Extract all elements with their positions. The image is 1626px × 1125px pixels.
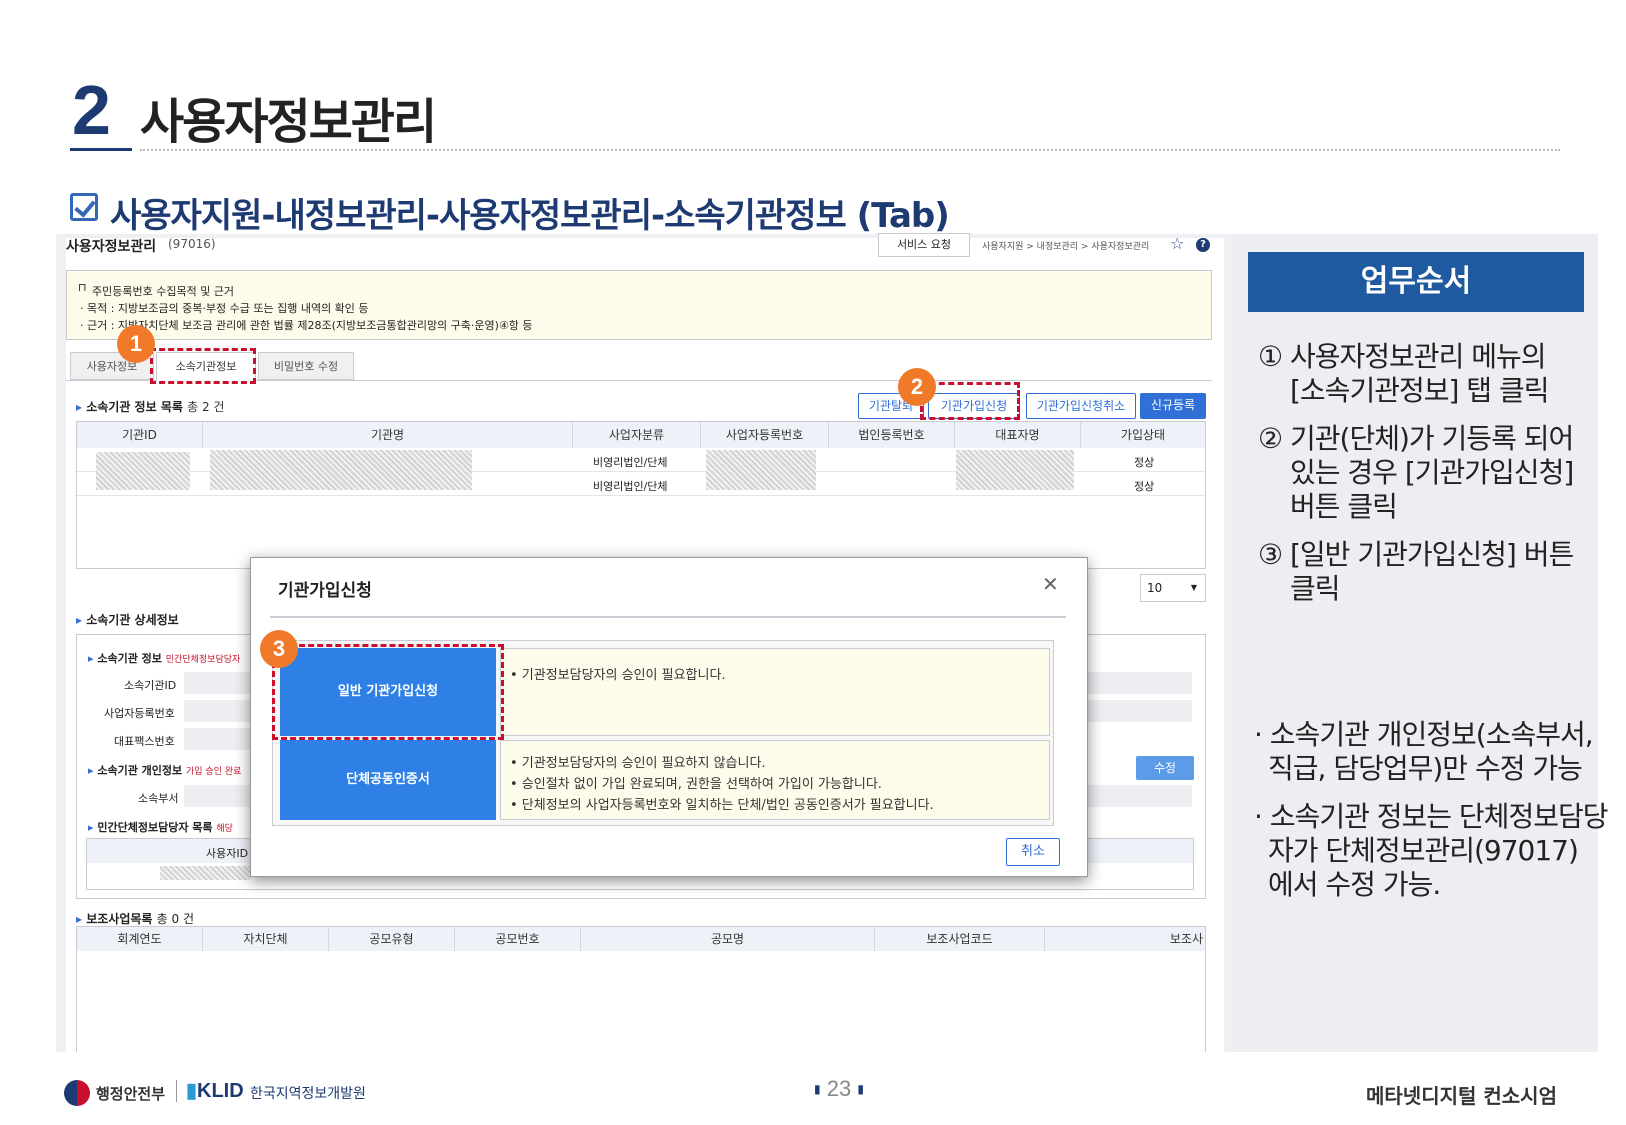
note-1: · 소속기관 개인정보(소속부서, 직급, 담당업무)만 수정 가능 xyxy=(1254,718,1594,785)
col-corp-no: 법인등록번호 xyxy=(829,422,955,448)
org-list-header: 기관ID 기관명 사업자분류 사업자등록번호 법인등록번호 대표자명 가입상태 xyxy=(77,422,1205,448)
marker-2: 2 xyxy=(898,368,936,406)
manager-list-label: ▸ 민간단체정보담당자 목록 해당 xyxy=(88,821,233,834)
klid-name: 한국지역정보개발원 xyxy=(250,1086,366,1102)
panel-title: 업무순서 xyxy=(1248,252,1584,312)
col-biz-no: 사업자등록번호 xyxy=(701,422,829,448)
org-id-value xyxy=(184,672,250,694)
col-org-name: 기관명 xyxy=(203,422,573,448)
modal-cancel-button[interactable]: 취소 xyxy=(1006,838,1060,866)
notice-title: 주민등록번호 수집목적 및 근거 xyxy=(92,285,235,298)
field-org-id: 소속기관ID xyxy=(124,679,177,692)
col-ceo: 대표자명 xyxy=(955,422,1081,448)
company-name: 메타넷디지털 컨소시엄 xyxy=(1366,1084,1557,1108)
breadcrumb: 사용자지원 > 내정보관리 > 사용자정보관리 xyxy=(982,242,1150,252)
star-icon[interactable]: ☆ xyxy=(1170,234,1184,253)
row2-status: 정상 xyxy=(1134,480,1155,493)
org-field-right xyxy=(1088,700,1192,722)
join-cancel-button[interactable]: 기관가입신청취소 xyxy=(1026,393,1136,419)
masked-org-name xyxy=(210,450,472,490)
detail-title: ▸ 소속기관 상세정보 xyxy=(76,613,179,627)
highlight-general-join xyxy=(272,644,504,740)
section-underline xyxy=(70,148,132,151)
footer-separator xyxy=(176,1080,177,1102)
screen-title: 사용자정보관리 xyxy=(66,239,157,255)
col-contest-no: 공모번호 xyxy=(455,927,581,951)
row1-type: 비영리법인/단체 xyxy=(593,456,668,469)
section-title: 사용자정보관리 xyxy=(140,94,437,150)
org-field-right xyxy=(1088,672,1192,694)
col-org-id: 기관ID xyxy=(77,422,203,448)
ministry-logo-icon xyxy=(64,1080,90,1106)
modal-divider xyxy=(270,616,1066,618)
close-icon[interactable]: ✕ xyxy=(1042,572,1059,596)
masked-biz-no xyxy=(706,450,816,490)
col-status: 가입상태 xyxy=(1081,422,1205,448)
org-info-label: ▸ 소속기관 정보 민간단체정보담당자 xyxy=(88,652,241,665)
col-project-code: 보조사업코드 xyxy=(875,927,1045,951)
page-size-select[interactable]: 10 ▼ xyxy=(1140,574,1206,602)
field-fax: 대표팩스번호 xyxy=(114,735,175,748)
col-region: 자치단체 xyxy=(203,927,329,951)
group-certificate-button[interactable]: 단체공동인증서 xyxy=(280,740,496,820)
subproject-title: ▸ 보조사업목록 총 0 건 xyxy=(76,912,195,926)
notice-line1: · 목적 : 지방보조금의 중복·부정 수급 또는 집행 내역의 확인 등 xyxy=(80,302,369,315)
field-dept: 소속부서 xyxy=(138,792,179,805)
marker-3: 3 xyxy=(260,630,298,668)
ministry-name: 행정안전부 xyxy=(96,1085,166,1103)
dept-value[interactable] xyxy=(184,785,250,807)
option2-desc2: • 승인절차 없이 가입 완료되며, 권한을 선택하여 가입이 가능합니다. xyxy=(510,777,882,792)
section-number: 2 xyxy=(72,71,111,149)
screen-code: (97016) xyxy=(168,237,216,251)
step-3: ③ [일반 기관가입신청] 버튼 클릭 xyxy=(1258,538,1574,605)
edit-button[interactable]: 수정 xyxy=(1136,756,1194,780)
option2-desc3: • 단체정보의 사업자등록번호와 일치하는 단체/법인 공동인증서가 필요합니다… xyxy=(510,798,934,813)
personal-label: ▸ 소속기관 개인정보 가입 승인 완료 xyxy=(88,764,242,777)
subtitle: 사용자지원-내정보관리-사용자정보관리-소속기관정보 (Tab) xyxy=(110,196,950,236)
masked-org-id xyxy=(96,452,190,490)
option1-desc-box xyxy=(500,648,1050,736)
bookmark-icon: ⊓ xyxy=(78,281,87,294)
option2-desc1: • 기관정보담당자의 승인이 필요하지 않습니다. xyxy=(510,756,766,771)
biz-no-value xyxy=(184,700,250,722)
col-contest-name: 공모명 xyxy=(581,927,875,951)
masked-ceo xyxy=(956,450,1074,490)
modal-title: 기관가입신청 xyxy=(278,581,372,601)
option1-desc: • 기관정보담당자의 승인이 필요합니다. xyxy=(510,668,726,683)
list-title: ▸ 소속기관 정보 목록 총 2 건 xyxy=(76,400,225,414)
highlight-tab xyxy=(150,348,256,384)
new-register-button[interactable]: 신규등록 xyxy=(1140,393,1206,419)
field-biz-no: 사업자등록번호 xyxy=(104,707,175,720)
fax-value xyxy=(184,728,250,750)
subproject-header: 회계연도 자치단체 공모유형 공모번호 공모명 보조사업코드 보조사 xyxy=(77,927,1205,951)
col-contest-type: 공모유형 xyxy=(329,927,455,951)
page-number: ▮ 23 ▮ xyxy=(814,1076,864,1101)
tab-password[interactable]: 비밀번호 수정 xyxy=(258,352,354,380)
dotted-divider xyxy=(140,149,1560,151)
klid-logo: ▮KLID xyxy=(186,1080,244,1102)
service-request-button[interactable]: 서비스 요청 xyxy=(878,233,970,257)
page-mark-icon: ▮ xyxy=(814,1082,821,1096)
row2-type: 비영리법인/단체 xyxy=(593,480,668,493)
chevron-down-icon: ▼ xyxy=(1190,583,1197,592)
personal-field-right[interactable] xyxy=(1088,785,1192,807)
step-2: ② 기관(단체)가 기등록 되어 있는 경우 [기관가입신청] 버튼 클릭 xyxy=(1258,422,1574,523)
page-mark-icon: ▮ xyxy=(857,1082,864,1096)
note-2: · 소속기관 정보는 단체정보담당 자가 단체정보관리(97017) 에서 수정 가… xyxy=(1254,800,1608,901)
marker-1: 1 xyxy=(117,325,155,363)
help-icon[interactable]: ? xyxy=(1196,238,1210,252)
col-year: 회계연도 xyxy=(77,927,203,951)
col-project-more: 보조사 xyxy=(1045,927,1205,951)
col-user-id: 사용자ID xyxy=(206,847,249,860)
masked-user-id xyxy=(160,866,250,880)
col-biz-type: 사업자분류 xyxy=(573,422,701,448)
klid-mark-icon: ▮ xyxy=(186,1080,198,1102)
checkbox-icon xyxy=(70,193,98,221)
row1-status: 정상 xyxy=(1134,456,1155,469)
step-1: ① 사용자정보관리 메뉴의 [소속기관정보] 탭 클릭 xyxy=(1258,340,1549,407)
